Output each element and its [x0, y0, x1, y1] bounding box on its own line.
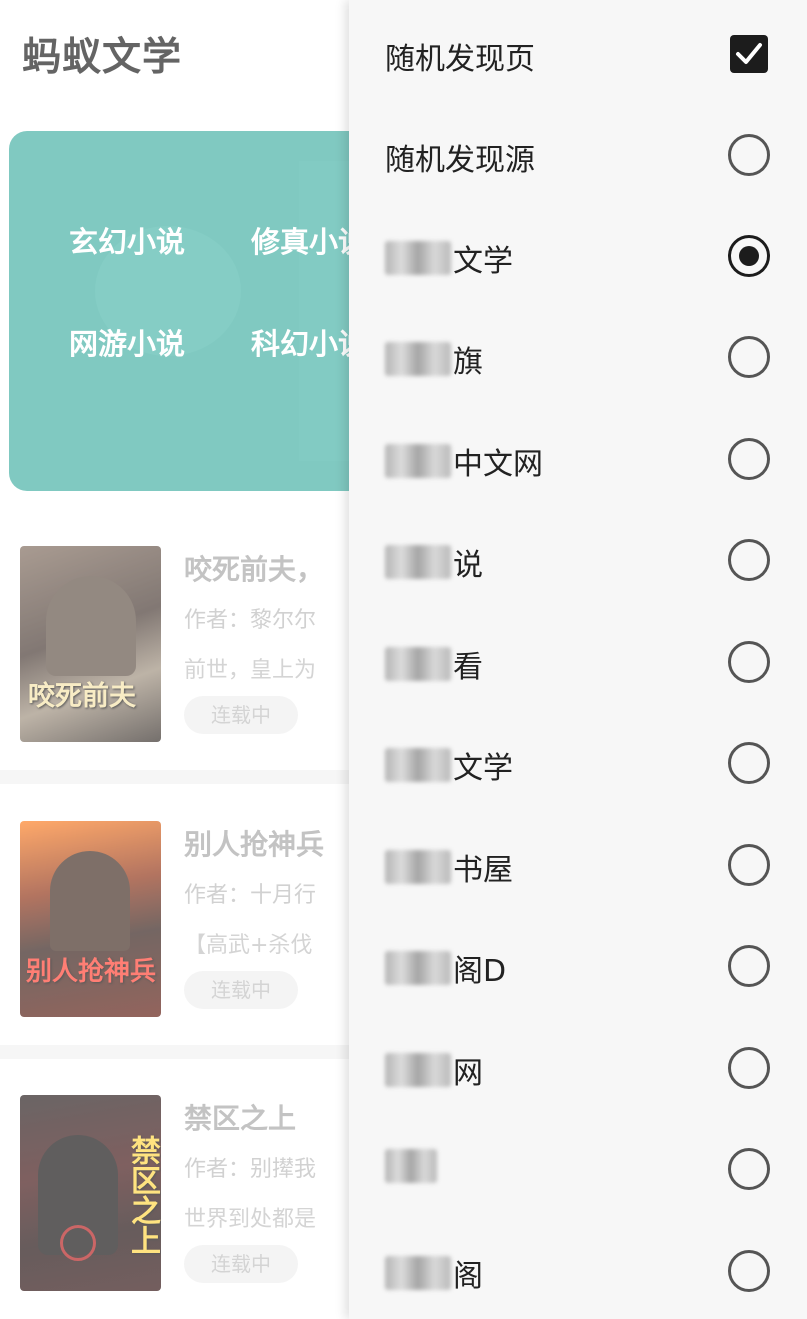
masked-text	[385, 647, 451, 681]
radio-unselected-icon[interactable]	[728, 742, 770, 784]
masked-text	[385, 951, 451, 985]
menu-item-text: 书屋	[453, 853, 513, 888]
menu-item-source[interactable]: 旗	[349, 305, 807, 406]
menu-item-random-discover-page[interactable]: 随机发现页	[349, 2, 807, 103]
masked-text	[385, 444, 451, 478]
menu-item-label: 阁	[385, 1251, 483, 1295]
radio-unselected-icon[interactable]	[728, 1250, 770, 1292]
menu-item-text: 随机发现源	[385, 143, 535, 178]
radio-selected-icon[interactable]	[728, 235, 770, 277]
menu-item-text: 文学	[453, 751, 513, 786]
masked-text	[385, 1053, 451, 1087]
menu-item-label: 说	[385, 540, 483, 584]
menu-item-text: 说	[453, 548, 483, 583]
masked-text	[385, 545, 451, 579]
checkbox-checked-icon[interactable]	[730, 35, 768, 73]
menu-item-text: 阁	[453, 1259, 483, 1294]
radio-unselected-icon[interactable]	[728, 539, 770, 581]
menu-item-source[interactable]: 看	[349, 610, 807, 711]
menu-item-source[interactable]: 说	[349, 508, 807, 609]
menu-item-text: 随机发现页	[385, 42, 535, 77]
menu-item-source[interactable]: 书屋	[349, 813, 807, 914]
menu-item-label: 阁D	[385, 946, 506, 990]
source-popup-menu: 随机发现页 随机发现源 文学 旗 中文网 说 看 文学 书屋 阁D 网 阁	[349, 0, 807, 1319]
menu-item-label: 看	[385, 642, 483, 686]
radio-unselected-icon[interactable]	[728, 1047, 770, 1089]
menu-item-text: 文学	[453, 244, 513, 279]
menu-item-text: 阁D	[453, 954, 507, 989]
menu-item-source[interactable]: 网	[349, 1016, 807, 1117]
menu-item-source[interactable]: 阁D	[349, 914, 807, 1015]
menu-item-label: 随机发现页	[385, 34, 535, 78]
menu-item-text: 网	[453, 1056, 483, 1091]
radio-unselected-icon[interactable]	[728, 641, 770, 683]
menu-item-label: 文学	[385, 236, 513, 280]
masked-text	[385, 241, 451, 275]
menu-item-label: 网	[385, 1048, 483, 1092]
menu-item-source[interactable]: 文学	[349, 204, 807, 305]
radio-unselected-icon[interactable]	[728, 844, 770, 886]
menu-item-label: 旗	[385, 337, 483, 381]
menu-item-source[interactable]: 中文网	[349, 407, 807, 508]
masked-text	[385, 342, 451, 376]
menu-item-label: 中文网	[385, 439, 543, 483]
masked-text	[385, 748, 451, 782]
menu-item-text: 中文网	[453, 447, 543, 482]
radio-unselected-icon[interactable]	[728, 438, 770, 480]
menu-item-source[interactable]: 文学	[349, 711, 807, 812]
masked-text	[385, 1149, 437, 1183]
menu-item-source[interactable]: 阁	[349, 1219, 807, 1319]
masked-text	[385, 850, 451, 884]
radio-unselected-icon[interactable]	[728, 945, 770, 987]
menu-item-random-discover-source[interactable]: 随机发现源	[349, 103, 807, 204]
radio-unselected-icon[interactable]	[728, 1148, 770, 1190]
menu-item-label	[385, 1149, 439, 1183]
menu-item-label: 随机发现源	[385, 135, 535, 179]
menu-item-text: 旗	[453, 345, 483, 380]
menu-item-source[interactable]	[349, 1117, 807, 1218]
menu-item-text: 看	[453, 650, 483, 685]
masked-text	[385, 1256, 451, 1290]
radio-unselected-icon[interactable]	[728, 336, 770, 378]
menu-item-label: 书屋	[385, 845, 513, 889]
menu-item-label: 文学	[385, 743, 513, 787]
menu-scrim[interactable]	[0, 0, 349, 1319]
radio-unselected-icon[interactable]	[728, 134, 770, 176]
